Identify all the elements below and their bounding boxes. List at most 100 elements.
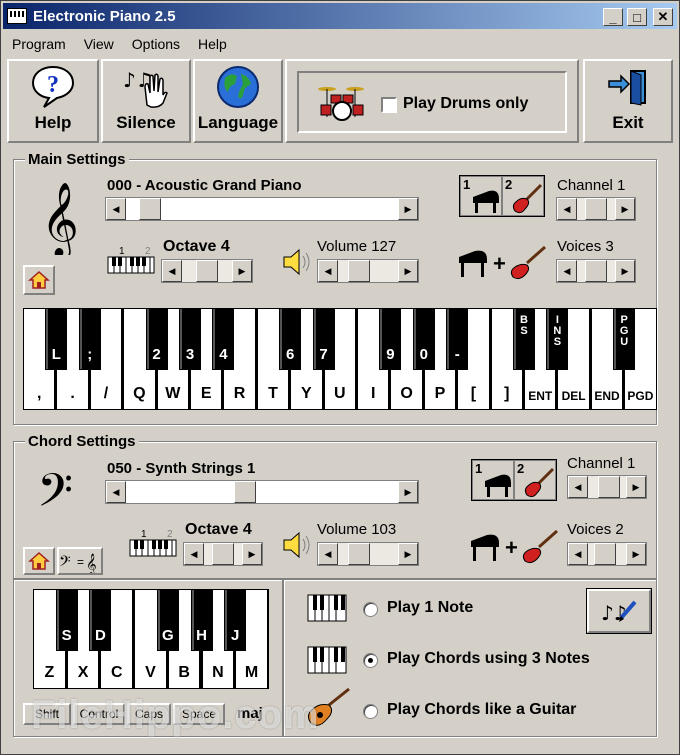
black-key[interactable]: L bbox=[45, 308, 68, 370]
black-key[interactable]: 0 bbox=[412, 308, 435, 370]
slider-left-arrow-icon[interactable]: ◀ bbox=[557, 260, 577, 282]
black-key[interactable]: D bbox=[89, 589, 112, 651]
chord-octave-slider[interactable]: ◀ ▶ bbox=[183, 542, 263, 566]
slider-right-arrow-icon[interactable]: ▶ bbox=[398, 543, 418, 565]
main-volume-speaker-icon bbox=[281, 247, 313, 280]
close-button[interactable]: ✕ bbox=[653, 8, 673, 26]
slider-thumb[interactable] bbox=[594, 543, 617, 565]
svg-text:𝄞: 𝄞 bbox=[86, 554, 97, 573]
slider-right-arrow-icon[interactable]: ▶ bbox=[232, 260, 252, 282]
single-keyboard-icon bbox=[307, 594, 347, 625]
svg-text:1: 1 bbox=[119, 246, 125, 257]
slider-thumb[interactable] bbox=[233, 481, 256, 503]
slider-left-arrow-icon[interactable]: ◀ bbox=[106, 481, 126, 503]
slider-right-arrow-icon[interactable]: ▶ bbox=[242, 543, 262, 565]
help-button[interactable]: ? Help bbox=[7, 59, 99, 143]
language-button[interactable]: Language bbox=[193, 59, 283, 143]
title-bar[interactable]: Electronic Piano 2.5 _ □ ✕ bbox=[3, 3, 677, 29]
svg-text:𝄢: 𝄢 bbox=[59, 553, 71, 573]
main-volume-label: Volume 127 bbox=[317, 238, 397, 255]
slider-left-arrow-icon[interactable]: ◀ bbox=[162, 260, 182, 282]
piano-app-icon bbox=[7, 8, 27, 24]
chord-edit-button[interactable]: ♪♪ bbox=[586, 588, 652, 634]
black-key[interactable]: 2 bbox=[145, 308, 168, 370]
slider-right-arrow-icon[interactable]: ▶ bbox=[626, 543, 646, 565]
mode-play-1-note-radio[interactable] bbox=[363, 602, 378, 617]
slider-thumb[interactable] bbox=[196, 260, 218, 282]
slider-right-arrow-icon[interactable]: ▶ bbox=[398, 481, 418, 503]
mode-3-notes-radio[interactable] bbox=[363, 653, 378, 668]
menu-bar: Program View Options Help bbox=[3, 31, 677, 57]
black-key[interactable]: 4 bbox=[212, 308, 235, 370]
slider-thumb[interactable] bbox=[585, 198, 607, 220]
black-key[interactable]: J bbox=[224, 589, 247, 651]
chord-instrument-type-selector[interactable]: 1 2 bbox=[471, 459, 557, 501]
main-voices-slider[interactable]: ◀ ▶ bbox=[556, 259, 636, 283]
slider-right-arrow-icon[interactable]: ▶ bbox=[615, 260, 635, 282]
slider-left-arrow-icon[interactable]: ◀ bbox=[318, 543, 338, 565]
black-key[interactable]: H bbox=[190, 589, 213, 651]
slider-left-arrow-icon[interactable]: ◀ bbox=[318, 260, 338, 282]
chord-home-button[interactable] bbox=[23, 547, 55, 575]
main-instrument-type-selector[interactable]: 1 2 bbox=[459, 175, 545, 217]
main-volume-slider[interactable]: ◀ ▶ bbox=[317, 259, 419, 283]
main-instrument-slider[interactable]: ◀ ▶ bbox=[105, 197, 419, 221]
piano-type-option[interactable]: 1 bbox=[460, 176, 502, 216]
black-key[interactable]: 9 bbox=[379, 308, 402, 370]
black-key[interactable]: PGU bbox=[613, 308, 636, 370]
minimize-button[interactable]: _ bbox=[603, 8, 623, 26]
chord-instrument-slider[interactable]: ◀ ▶ bbox=[105, 480, 419, 504]
slider-left-arrow-icon[interactable]: ◀ bbox=[568, 543, 588, 565]
slider-right-arrow-icon[interactable]: ▶ bbox=[615, 198, 635, 220]
menu-view[interactable]: View bbox=[75, 36, 123, 52]
chord-instrument-label: 050 - Synth Strings 1 bbox=[107, 460, 256, 477]
chord-volume-slider[interactable]: ◀ ▶ bbox=[317, 542, 419, 566]
menu-options[interactable]: Options bbox=[123, 36, 189, 52]
black-key[interactable]: ; bbox=[78, 308, 101, 370]
chord-keyboard[interactable]: ZXCVBNMSDGHJ bbox=[33, 589, 269, 689]
black-key[interactable]: G bbox=[156, 589, 179, 651]
black-key[interactable]: - bbox=[446, 308, 469, 370]
mode-guitar-radio[interactable] bbox=[363, 704, 378, 719]
main-octave-slider[interactable]: ◀ ▶ bbox=[161, 259, 253, 283]
svg-text:𝄞: 𝄞 bbox=[41, 183, 79, 255]
clef-swap-button[interactable]: 𝄢 = 𝄞 bbox=[57, 547, 103, 575]
main-channel-slider[interactable]: ◀ ▶ bbox=[556, 197, 636, 221]
menu-program[interactable]: Program bbox=[3, 36, 75, 52]
slider-left-arrow-icon[interactable]: ◀ bbox=[184, 543, 204, 565]
guitar-type-option[interactable]: 2 bbox=[514, 460, 556, 500]
drums-only-checkbox[interactable] bbox=[381, 97, 397, 113]
slider-thumb[interactable] bbox=[138, 198, 161, 220]
chord-channel-slider[interactable]: ◀ ▶ bbox=[567, 475, 647, 499]
black-key[interactable]: 7 bbox=[312, 308, 335, 370]
black-key[interactable]: INS bbox=[546, 308, 569, 370]
slider-thumb[interactable] bbox=[585, 260, 607, 282]
drums-only-label: Play Drums only bbox=[403, 95, 529, 112]
slider-left-arrow-icon[interactable]: ◀ bbox=[106, 198, 126, 220]
maximize-button[interactable]: □ bbox=[627, 8, 647, 26]
black-key[interactable]: 6 bbox=[279, 308, 302, 370]
slider-left-arrow-icon[interactable]: ◀ bbox=[568, 476, 588, 498]
menu-help[interactable]: Help bbox=[189, 36, 236, 52]
slider-thumb[interactable] bbox=[347, 543, 370, 565]
slider-left-arrow-icon[interactable]: ◀ bbox=[557, 198, 577, 220]
chord-voices-label: Voices 2 bbox=[567, 521, 624, 538]
black-key[interactable]: BS bbox=[513, 308, 535, 370]
watermark: FileHippo.com bbox=[31, 693, 320, 737]
black-key[interactable]: 3 bbox=[179, 308, 201, 370]
slider-right-arrow-icon[interactable]: ▶ bbox=[398, 198, 418, 220]
slider-thumb[interactable] bbox=[347, 260, 370, 282]
piano-type-option[interactable]: 1 bbox=[472, 460, 514, 500]
guitar-type-option[interactable]: 2 bbox=[502, 176, 544, 216]
slider-thumb[interactable] bbox=[597, 476, 620, 498]
silence-button[interactable]: ♪♫ Silence bbox=[101, 59, 191, 143]
main-home-button[interactable] bbox=[23, 265, 55, 295]
slider-right-arrow-icon[interactable]: ▶ bbox=[626, 476, 646, 498]
black-key[interactable]: S bbox=[55, 589, 78, 651]
bass-clef-icon: 𝄢 bbox=[37, 464, 93, 529]
slider-right-arrow-icon[interactable]: ▶ bbox=[398, 260, 418, 282]
slider-thumb[interactable] bbox=[212, 543, 234, 565]
main-keyboard[interactable]: ,. / Q W E R T Y U I O P[] ENT DEL END PGD L; 2 3 4 6 7 9 0- B S I… bbox=[23, 308, 657, 410]
chord-voices-slider[interactable]: ◀ ▶ bbox=[567, 542, 647, 566]
exit-button[interactable]: Exit bbox=[583, 59, 673, 143]
